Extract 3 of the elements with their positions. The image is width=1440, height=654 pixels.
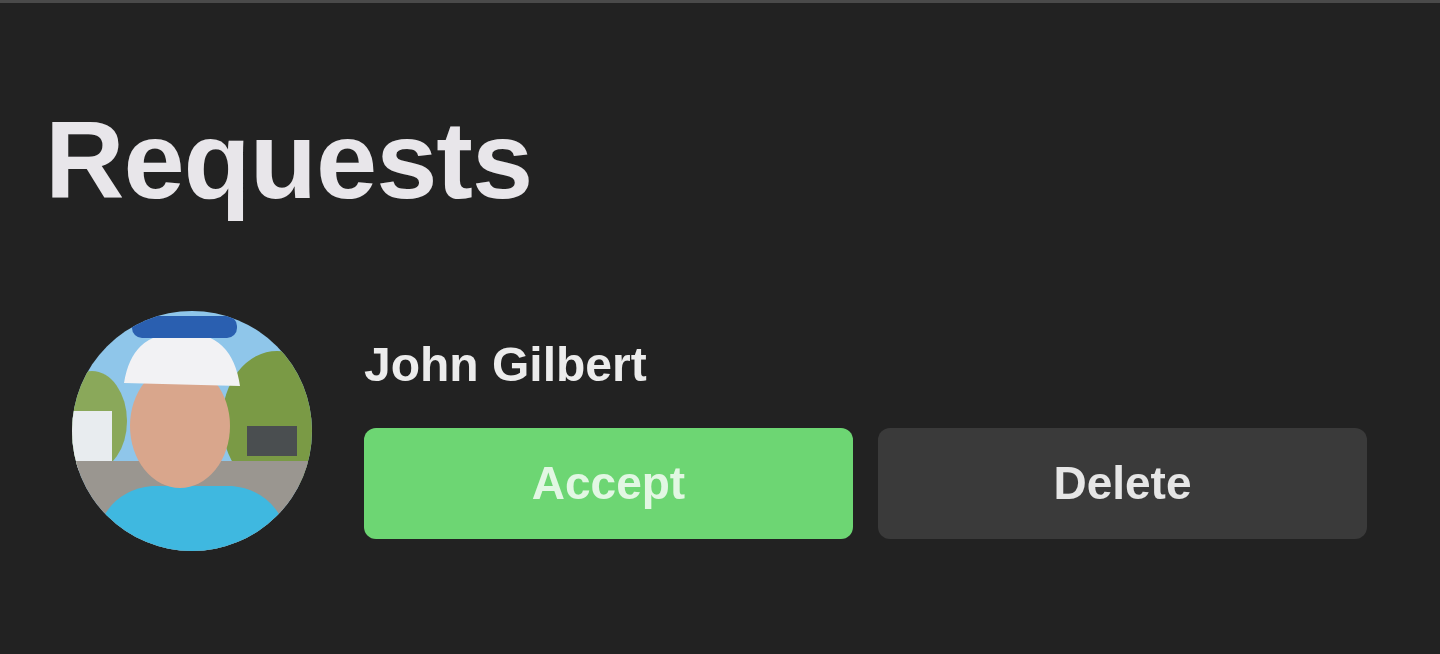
delete-button[interactable]: Delete [878, 427, 1367, 539]
user-name: John Gilbert [364, 337, 647, 393]
page-title: Requests [45, 97, 533, 223]
